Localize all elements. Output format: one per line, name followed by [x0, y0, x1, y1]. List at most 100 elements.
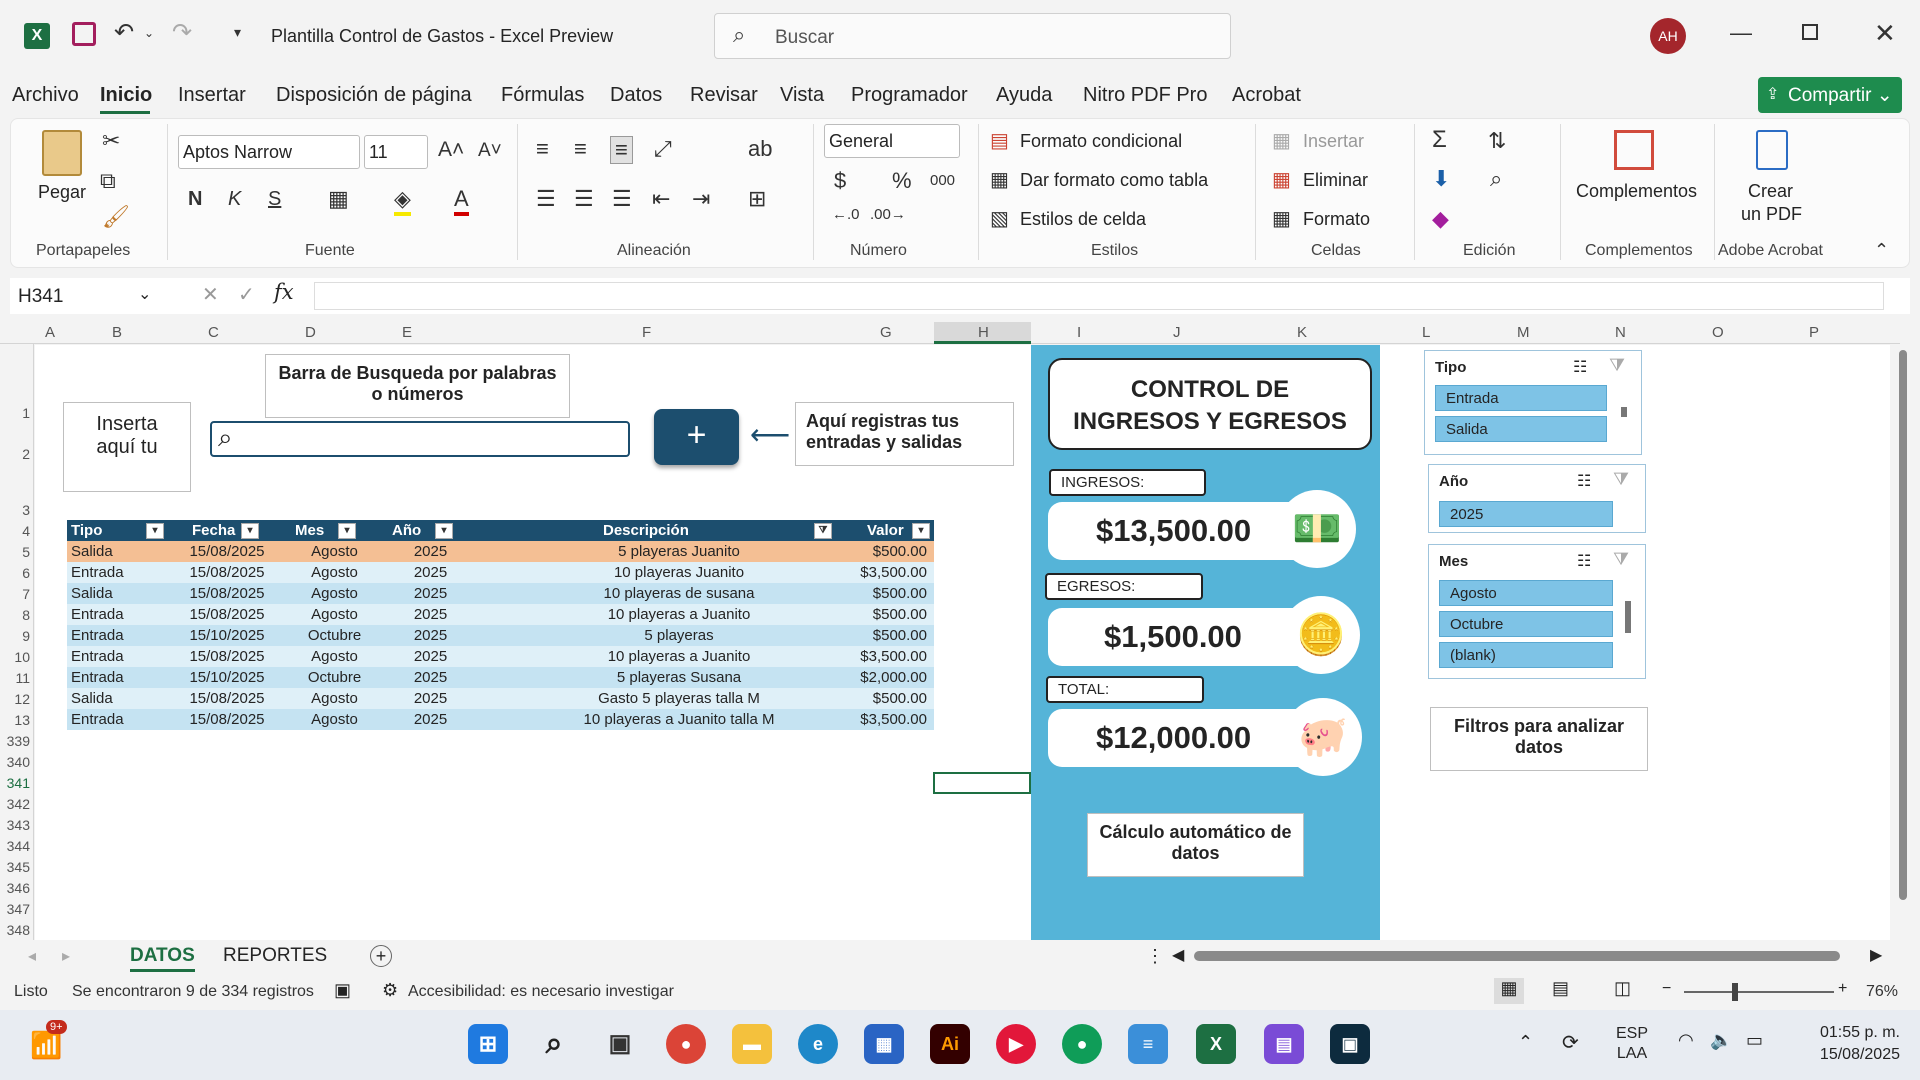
- multi-select-icon[interactable]: ☷: [1573, 357, 1587, 377]
- row-header[interactable]: 348: [0, 922, 30, 938]
- language-indicator[interactable]: ESP LAA: [1616, 1024, 1648, 1064]
- insert-function-icon[interactable]: fx: [274, 280, 294, 304]
- cell-anio[interactable]: 2025: [383, 627, 478, 644]
- save-icon[interactable]: [72, 22, 96, 46]
- slicer-scrollbar[interactable]: [1625, 601, 1631, 633]
- slicer-anio[interactable]: Año ☷ ⧩ 2025: [1428, 464, 1646, 533]
- underline-button[interactable]: S: [268, 188, 281, 211]
- clapper-icon[interactable]: ▤: [1264, 1024, 1304, 1064]
- paste-icon[interactable]: [42, 130, 82, 176]
- font-name-select[interactable]: Aptos Narrow: [178, 135, 360, 169]
- font-color-icon[interactable]: A: [454, 186, 469, 216]
- notepad-icon[interactable]: ≡: [1128, 1024, 1168, 1064]
- page-break-icon[interactable]: ◫: [1614, 978, 1631, 999]
- addins-icon[interactable]: [1614, 130, 1654, 170]
- prev-sheet-icon[interactable]: ◂: [28, 946, 36, 966]
- column-header[interactable]: O: [1712, 324, 1724, 341]
- cell-descripcion[interactable]: 10 playeras Juanito: [479, 564, 879, 581]
- cell-valor[interactable]: $3,500.00: [827, 648, 927, 665]
- row-header[interactable]: 344: [0, 838, 30, 854]
- menu-nitro[interactable]: Nitro PDF Pro: [1083, 84, 1207, 107]
- excel-taskbar-icon[interactable]: X: [1196, 1024, 1236, 1064]
- cut-icon[interactable]: ✂: [102, 128, 120, 154]
- row-header[interactable]: 339: [0, 733, 30, 749]
- format-painter-icon[interactable]: 🖌: [102, 204, 130, 230]
- row-header[interactable]: 340: [0, 754, 30, 770]
- cell-valor[interactable]: $500.00: [827, 627, 927, 644]
- cell-valor[interactable]: $500.00: [827, 606, 927, 623]
- volume-icon[interactable]: 🔈: [1710, 1030, 1732, 1051]
- table-search-input[interactable]: [210, 421, 630, 457]
- cell-descripcion[interactable]: Gasto 5 playeras talla M: [479, 690, 879, 707]
- cell-fecha[interactable]: 15/08/2025: [167, 585, 287, 602]
- widgets-icon[interactable]: 📶: [30, 1030, 62, 1061]
- zoom-slider[interactable]: [1684, 991, 1834, 993]
- cell-valor[interactable]: $500.00: [827, 543, 927, 560]
- column-header[interactable]: E: [402, 324, 412, 341]
- cell-descripcion[interactable]: 5 playeras Susana: [479, 669, 879, 686]
- filter-dropdown-icon[interactable]: ▾: [435, 523, 453, 539]
- wrap-text-icon[interactable]: ab: [748, 136, 772, 162]
- enter-formula-icon[interactable]: ✓: [238, 282, 255, 307]
- column-header[interactable]: M: [1517, 324, 1530, 341]
- row-header[interactable]: 2: [0, 446, 30, 462]
- italic-button[interactable]: K: [228, 188, 241, 211]
- close-icon[interactable]: ✕: [1874, 18, 1896, 49]
- edge-icon[interactable]: e: [798, 1024, 838, 1064]
- grow-font-icon[interactable]: A˄: [438, 138, 464, 162]
- cell-fecha[interactable]: 15/08/2025: [167, 564, 287, 581]
- illustrator-icon[interactable]: Ai: [930, 1024, 970, 1064]
- column-header[interactable]: L: [1422, 324, 1430, 341]
- cell-anio[interactable]: 2025: [383, 543, 478, 560]
- scroll-right-icon[interactable]: ▶: [1870, 945, 1882, 965]
- task-view-icon[interactable]: ▣: [600, 1024, 640, 1064]
- filter-dropdown-icon[interactable]: ▾: [912, 523, 930, 539]
- zoom-level[interactable]: 76%: [1866, 983, 1898, 1001]
- clear-filter-icon[interactable]: ⧩: [1613, 549, 1629, 570]
- wifi-icon[interactable]: ◠: [1678, 1030, 1694, 1051]
- cell-descripcion[interactable]: 10 playeras de susana: [479, 585, 879, 602]
- column-header[interactable]: P: [1809, 324, 1819, 341]
- chrome-icon[interactable]: ●: [666, 1024, 706, 1064]
- conditional-format-button[interactable]: Formato condicional: [1020, 131, 1182, 152]
- format-cells-icon[interactable]: ▦: [1272, 206, 1291, 231]
- orientation-icon[interactable]: ⤢: [654, 136, 672, 162]
- row-header[interactable]: 341: [0, 775, 30, 791]
- zoom-out-icon[interactable]: −: [1662, 980, 1671, 998]
- create-pdf-icon[interactable]: [1756, 130, 1788, 170]
- status-accessibility[interactable]: Accesibilidad: es necesario investigar: [408, 983, 674, 1001]
- menu-insertar[interactable]: Insertar: [178, 84, 246, 107]
- number-format-select[interactable]: General: [824, 124, 960, 158]
- align-bottom-icon[interactable]: ≡: [610, 136, 633, 164]
- insert-cells-icon[interactable]: ▦: [1272, 128, 1291, 153]
- share-button[interactable]: Compartir ⌄: [1758, 77, 1902, 113]
- zoom-slider-thumb[interactable]: [1732, 983, 1738, 1001]
- cell-tipo[interactable]: Entrada: [71, 564, 161, 581]
- align-right-icon[interactable]: ☰: [612, 186, 632, 212]
- next-sheet-icon[interactable]: ▸: [62, 946, 70, 966]
- insert-cells-button[interactable]: Insertar: [1303, 131, 1364, 152]
- slicer-item[interactable]: 2025: [1439, 501, 1613, 527]
- file-explorer-icon[interactable]: ▬: [732, 1024, 772, 1064]
- table-row[interactable]: Salida 15/08/2025 Agosto 2025 5 playeras Jua…: [67, 541, 934, 562]
- table-format-icon[interactable]: ▦: [990, 167, 1009, 192]
- row-header[interactable]: 1: [0, 405, 30, 421]
- multi-select-icon[interactable]: ☷: [1577, 471, 1591, 491]
- row-header[interactable]: 13: [0, 712, 30, 728]
- tray-chevron-icon[interactable]: ⌃: [1518, 1032, 1533, 1053]
- cell-descripcion[interactable]: 10 playeras a Juanito: [479, 606, 879, 623]
- multi-select-icon[interactable]: ☷: [1577, 551, 1591, 571]
- delete-cells-button[interactable]: Eliminar: [1303, 170, 1368, 191]
- filter-dropdown-icon[interactable]: ▾: [241, 523, 259, 539]
- cell-styles-icon[interactable]: ▧: [990, 206, 1009, 231]
- row-header[interactable]: 347: [0, 901, 30, 917]
- cell-fecha[interactable]: 15/08/2025: [167, 690, 287, 707]
- create-pdf-line2[interactable]: un PDF: [1741, 204, 1802, 225]
- cell-fecha[interactable]: 15/10/2025: [167, 669, 287, 686]
- row-header[interactable]: 9: [0, 628, 30, 644]
- copy-icon[interactable]: ⧉: [100, 168, 116, 194]
- cell-valor[interactable]: $500.00: [827, 585, 927, 602]
- clear-icon[interactable]: ◆: [1432, 206, 1449, 232]
- column-header[interactable]: B: [112, 324, 122, 341]
- decrease-indent-icon[interactable]: ⇤: [652, 186, 670, 212]
